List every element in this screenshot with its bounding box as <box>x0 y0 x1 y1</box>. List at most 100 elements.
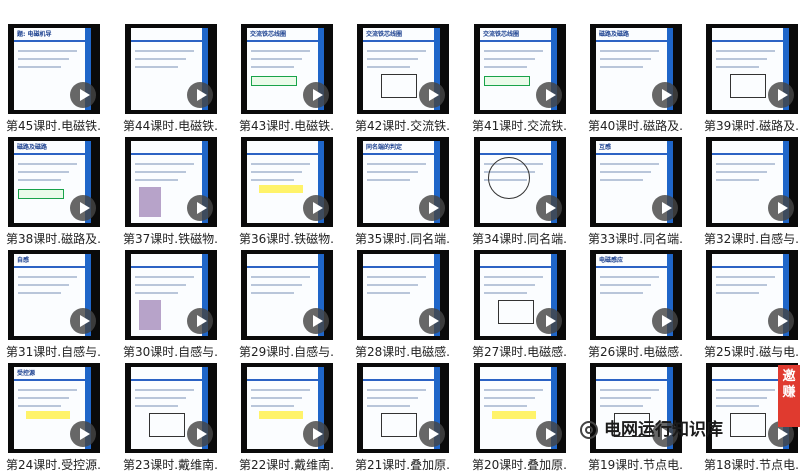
video-thumbnail[interactable] <box>241 363 333 453</box>
lesson-tile[interactable]: 磁路及磁路 第40课时.磁路及... <box>582 24 684 134</box>
lesson-tile[interactable]: 受控源第24课时.受控源... <box>0 363 102 473</box>
play-icon[interactable] <box>419 421 445 447</box>
video-thumbnail[interactable] <box>474 137 566 227</box>
video-thumbnail[interactable]: 磁路及磁路 <box>590 24 682 114</box>
play-icon[interactable] <box>70 82 96 108</box>
video-thumbnail[interactable] <box>706 137 798 227</box>
lesson-tile[interactable]: 同名端的判定第35课时.同名端... <box>349 137 451 247</box>
lesson-title[interactable]: 第41课时.交流铁... <box>472 118 568 134</box>
lesson-tile[interactable]: 第36课时.铁磁物... <box>233 137 335 247</box>
lesson-tile[interactable]: 第28课时.电磁感... <box>349 250 451 360</box>
lesson-title[interactable]: 第27课时.电磁感... <box>472 344 568 360</box>
lesson-title[interactable]: 第20课时.叠加原... <box>472 457 568 473</box>
lesson-title[interactable]: 第25课时.磁与电... <box>704 344 800 360</box>
lesson-tile[interactable]: 第25课时.磁与电... <box>698 250 800 360</box>
lesson-title[interactable]: 第44课时.电磁铁... <box>123 118 219 134</box>
play-icon[interactable] <box>768 195 794 221</box>
video-thumbnail[interactable]: 交流铁芯线圈 <box>474 24 566 114</box>
lesson-tile[interactable]: 第44课时.电磁铁... <box>117 24 219 134</box>
play-icon[interactable] <box>419 308 445 334</box>
video-thumbnail[interactable] <box>474 363 566 453</box>
video-thumbnail[interactable]: 同名端的判定 <box>357 137 449 227</box>
lesson-title[interactable]: 第39课时.磁路及... <box>704 118 800 134</box>
video-thumbnail[interactable] <box>706 24 798 114</box>
play-icon[interactable] <box>187 308 213 334</box>
lesson-tile[interactable]: 第34课时.同名端... <box>466 137 568 247</box>
play-icon[interactable] <box>187 195 213 221</box>
play-icon[interactable] <box>303 308 329 334</box>
lesson-title[interactable]: 第45课时.电磁铁... <box>6 118 102 134</box>
play-icon[interactable] <box>419 195 445 221</box>
video-thumbnail[interactable]: 磁路及磁路 <box>8 137 100 227</box>
lesson-tile[interactable]: 题: 电磁机导第45课时.电磁铁... <box>0 24 102 134</box>
lesson-title[interactable]: 第22课时.戴维南... <box>239 457 335 473</box>
lesson-tile[interactable]: 第21课时.叠加原... <box>349 363 451 473</box>
play-icon[interactable] <box>70 421 96 447</box>
video-thumbnail[interactable] <box>125 250 217 340</box>
lesson-tile[interactable]: 交流铁芯线圈 第42课时.交流铁... <box>349 24 451 134</box>
lesson-tile[interactable]: 第32课时.自感与... <box>698 137 800 247</box>
play-icon[interactable] <box>536 82 562 108</box>
play-icon[interactable] <box>768 308 794 334</box>
play-icon[interactable] <box>536 421 562 447</box>
lesson-title[interactable]: 第31课时.自感与... <box>6 344 102 360</box>
video-thumbnail[interactable] <box>241 137 333 227</box>
lesson-title[interactable]: 第35课时.同名端... <box>355 231 451 247</box>
lesson-title[interactable]: 第36课时.铁磁物... <box>239 231 335 247</box>
lesson-title[interactable]: 第32课时.自感与... <box>704 231 800 247</box>
play-icon[interactable] <box>70 195 96 221</box>
lesson-tile[interactable]: 第22课时.戴维南... <box>233 363 335 473</box>
lesson-title[interactable]: 第28课时.电磁感... <box>355 344 451 360</box>
play-icon[interactable] <box>652 82 678 108</box>
play-icon[interactable] <box>536 308 562 334</box>
lesson-title[interactable]: 第37课时.铁磁物... <box>123 231 219 247</box>
lesson-title[interactable]: 第24课时.受控源... <box>6 457 102 473</box>
lesson-title[interactable]: 第42课时.交流铁... <box>355 118 451 134</box>
play-icon[interactable] <box>187 421 213 447</box>
video-thumbnail[interactable] <box>125 363 217 453</box>
lesson-tile[interactable]: 电磁感应第26课时.电磁感... <box>582 250 684 360</box>
lesson-tile[interactable]: 第23课时.戴维南... <box>117 363 219 473</box>
video-thumbnail[interactable] <box>241 250 333 340</box>
video-thumbnail[interactable]: 受控源 <box>8 363 100 453</box>
lesson-tile[interactable]: 第39课时.磁路及... <box>698 24 800 134</box>
lesson-title[interactable]: 第26课时.电磁感... <box>588 344 684 360</box>
video-thumbnail[interactable] <box>474 250 566 340</box>
lesson-title[interactable]: 第23课时.戴维南... <box>123 457 219 473</box>
video-thumbnail[interactable]: 互感 <box>590 137 682 227</box>
video-thumbnail[interactable]: 题: 电磁机导 <box>8 24 100 114</box>
play-icon[interactable] <box>652 308 678 334</box>
lesson-tile[interactable]: 交流铁芯线圈第41课时.交流铁... <box>466 24 568 134</box>
promo-badge[interactable]: 邀赚 <box>778 365 800 427</box>
video-thumbnail[interactable]: 电磁感应 <box>590 250 682 340</box>
lesson-tile[interactable]: 交流铁芯线圈第43课时.电磁铁... <box>233 24 335 134</box>
lesson-tile[interactable]: 第29课时.自感与... <box>233 250 335 360</box>
lesson-tile[interactable]: 自感第31课时.自感与... <box>0 250 102 360</box>
lesson-title[interactable]: 第33课时.同名端... <box>588 231 684 247</box>
lesson-title[interactable]: 第29课时.自感与... <box>239 344 335 360</box>
play-icon[interactable] <box>419 82 445 108</box>
video-thumbnail[interactable] <box>357 363 449 453</box>
video-thumbnail[interactable]: 自感 <box>8 250 100 340</box>
lesson-title[interactable]: 第30课时.自感与... <box>123 344 219 360</box>
lesson-title[interactable]: 第18课时.节点电... <box>704 457 800 473</box>
play-icon[interactable] <box>303 82 329 108</box>
lesson-title[interactable]: 第43课时.电磁铁... <box>239 118 335 134</box>
video-thumbnail[interactable] <box>125 137 217 227</box>
lesson-tile[interactable]: 第37课时.铁磁物... <box>117 137 219 247</box>
play-icon[interactable] <box>187 82 213 108</box>
video-thumbnail[interactable] <box>125 24 217 114</box>
lesson-tile[interactable]: 第19课时.节点电... <box>582 363 684 473</box>
play-icon[interactable] <box>536 195 562 221</box>
lesson-title[interactable]: 第38课时.磁路及... <box>6 231 102 247</box>
lesson-tile[interactable]: 第30课时.自感与... <box>117 250 219 360</box>
play-icon[interactable] <box>303 421 329 447</box>
lesson-tile[interactable]: 第27课时.电磁感... <box>466 250 568 360</box>
lesson-title[interactable]: 第34课时.同名端... <box>472 231 568 247</box>
play-icon[interactable] <box>70 308 96 334</box>
lesson-tile[interactable]: 互感第33课时.同名端... <box>582 137 684 247</box>
video-thumbnail[interactable]: 交流铁芯线圈 <box>241 24 333 114</box>
lesson-tile[interactable]: 磁路及磁路第38课时.磁路及... <box>0 137 102 247</box>
play-icon[interactable] <box>303 195 329 221</box>
lesson-title[interactable]: 第19课时.节点电... <box>588 457 684 473</box>
